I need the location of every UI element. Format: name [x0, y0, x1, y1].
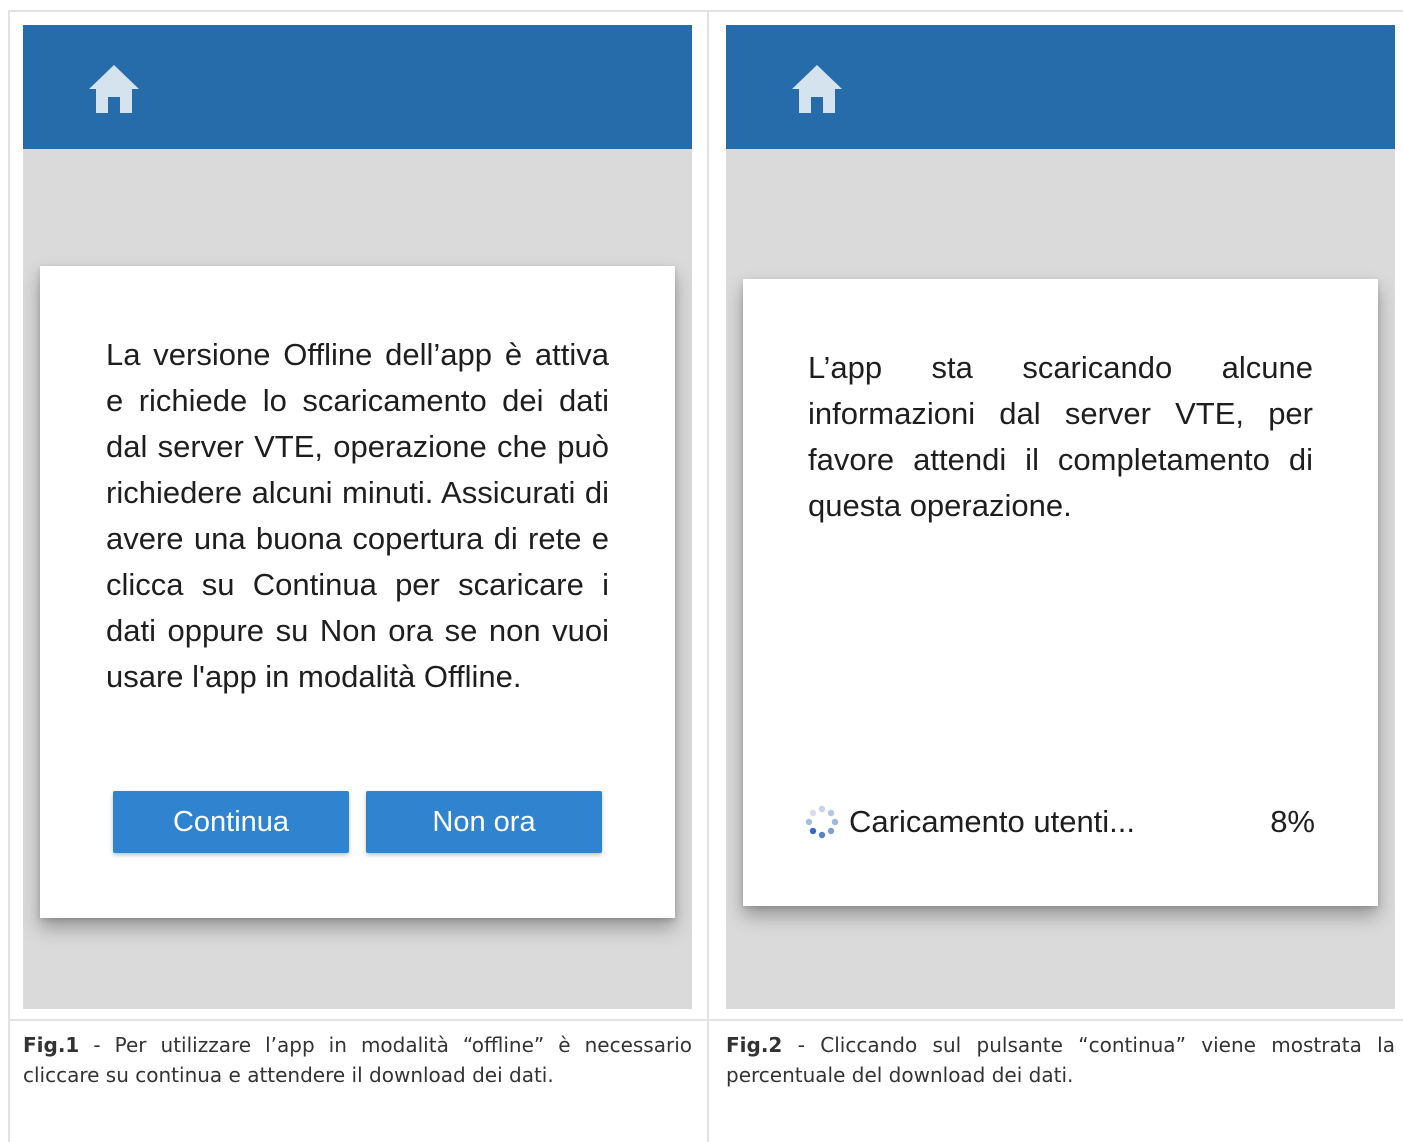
dialog-message: La versione Offline dell’app è attiva e … [106, 337, 609, 694]
app-bar [23, 25, 692, 149]
home-icon[interactable] [87, 63, 141, 115]
fig1-screen: La versione Offline dell’app è attiva e … [23, 25, 692, 1009]
fig2-caption: Fig.2 - Cliccando sul pulsante “continua… [726, 1030, 1395, 1090]
app-bar [726, 25, 1395, 149]
table-border-top [8, 10, 1403, 12]
progress-percent: 8% [1270, 804, 1315, 839]
caption-text: - Cliccando sul pulsante “continua” vien… [726, 1033, 1395, 1087]
caption-label: Fig.1 [23, 1033, 80, 1057]
home-icon[interactable] [790, 63, 844, 115]
not-now-button[interactable]: Non ora [366, 791, 602, 853]
caption-text: - Per utilizzare l’app in modalità “offl… [23, 1033, 692, 1087]
progress-row: Caricamento utenti... 8% [805, 799, 1315, 845]
loading-label: Caricamento utenti... [849, 804, 1136, 839]
fig1-caption: Fig.1 - Per utilizzare l’app in modalità… [23, 1030, 692, 1090]
continue-button[interactable]: Continua [113, 791, 349, 853]
offline-dialog: La versione Offline dell’app è attiva e … [40, 266, 675, 918]
fig2-screen: L’app sta scaricando alcune informazioni… [726, 25, 1395, 1009]
download-dialog: L’app sta scaricando alcune informazioni… [743, 279, 1378, 906]
dialog-message: L’app sta scaricando alcune informazioni… [808, 350, 1313, 523]
spinner-icon [805, 805, 839, 839]
table-border-middle [8, 1019, 1403, 1021]
table-border-center [707, 10, 709, 1142]
table-border-left [8, 10, 10, 1142]
caption-label: Fig.2 [726, 1033, 783, 1057]
